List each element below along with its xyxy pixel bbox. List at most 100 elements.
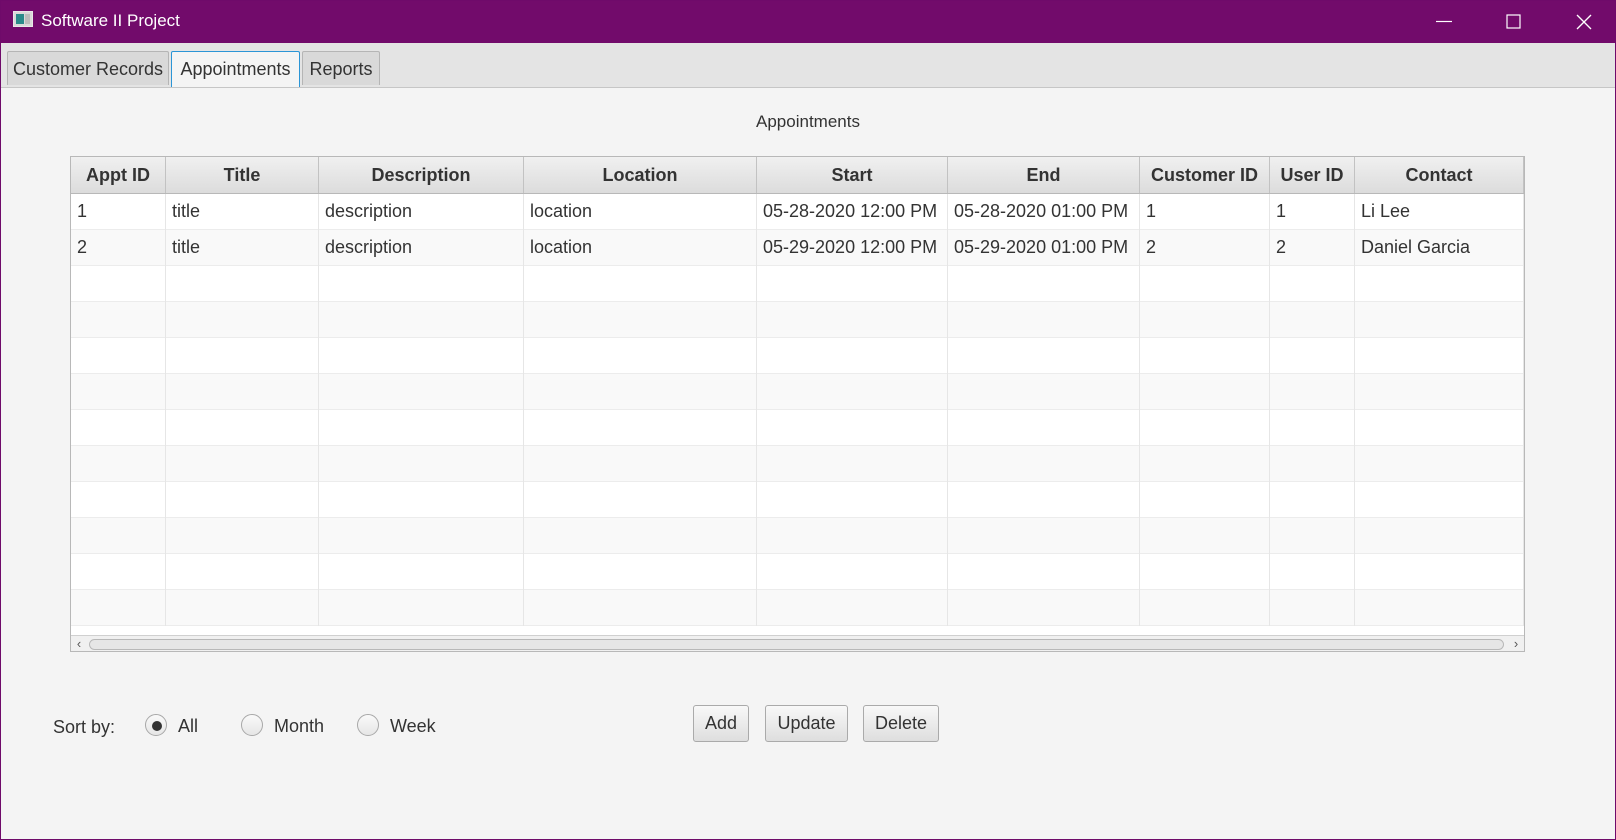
column-header[interactable]: Customer ID (1140, 157, 1270, 193)
table-cell (1270, 338, 1355, 374)
table-cell (166, 518, 319, 554)
table-cell (1270, 482, 1355, 518)
table-cell (71, 446, 166, 482)
table-cell: 05-29-2020 01:00 PM (948, 230, 1140, 266)
table-cell (948, 266, 1140, 302)
add-button[interactable]: Add (693, 705, 749, 742)
table-row[interactable]: 2 title description location 05-29-2020 12:0… (71, 230, 1524, 266)
table-cell: 1 (1270, 194, 1355, 230)
table-cell: 2 (71, 230, 166, 266)
table-cell (319, 266, 524, 302)
table-cell (1270, 374, 1355, 410)
radio-label-week: Week (390, 716, 436, 736)
empty-table-row (71, 410, 1524, 446)
table-cell (1140, 266, 1270, 302)
column-header[interactable]: Appt ID (71, 157, 166, 193)
table-cell: description (319, 194, 524, 230)
table-cell: location (524, 230, 757, 266)
table-cell (524, 518, 757, 554)
table-cell (524, 590, 757, 626)
app-icon (13, 11, 33, 27)
tab-customer-records[interactable]: Customer Records (7, 51, 169, 85)
table-cell (1355, 554, 1524, 590)
table-cell (1355, 590, 1524, 626)
sort-all-radio[interactable]: All (145, 714, 205, 740)
table-cell (319, 482, 524, 518)
table-cell (319, 338, 524, 374)
column-header[interactable]: End (948, 157, 1140, 193)
table-cell (524, 302, 757, 338)
column-header[interactable]: Title (166, 157, 319, 193)
scroll-right-icon[interactable]: › (1508, 636, 1524, 651)
maximize-button[interactable] (1478, 0, 1548, 43)
table-cell: 1 (1140, 194, 1270, 230)
minimize-icon (1436, 20, 1452, 23)
minimize-button[interactable] (1408, 0, 1478, 43)
scroll-left-icon[interactable]: ‹ (71, 636, 87, 651)
sort-week-radio[interactable]: Week (357, 714, 437, 740)
table-cell (1140, 410, 1270, 446)
table-cell (948, 590, 1140, 626)
radio-label-month: Month (274, 716, 325, 736)
table-cell (1355, 338, 1524, 374)
scrollbar-thumb[interactable] (89, 639, 1504, 650)
table-cell (1270, 302, 1355, 338)
table-cell (524, 338, 757, 374)
table-cell (948, 482, 1140, 518)
table-cell (757, 266, 948, 302)
table-cell (948, 518, 1140, 554)
column-header[interactable]: Description (319, 157, 524, 193)
table-cell (71, 590, 166, 626)
tab-appointments[interactable]: Appointments (171, 51, 300, 87)
table-cell (1140, 374, 1270, 410)
table-cell (71, 302, 166, 338)
table-cell (757, 554, 948, 590)
table-cell (1140, 302, 1270, 338)
sort-month-radio[interactable]: Month (241, 714, 331, 740)
empty-table-row (71, 446, 1524, 482)
table-cell (319, 374, 524, 410)
table-row[interactable]: 1 title description location 05-28-2020 12:0… (71, 194, 1524, 230)
empty-table-row (71, 374, 1524, 410)
table-cell (524, 266, 757, 302)
table-cell (319, 590, 524, 626)
table-cell (1270, 410, 1355, 446)
empty-table-row (71, 590, 1524, 626)
table-cell (319, 518, 524, 554)
table-cell (1140, 518, 1270, 554)
radio-circle[interactable] (357, 714, 379, 736)
delete-button[interactable]: Delete (863, 705, 939, 742)
empty-table-row (71, 554, 1524, 590)
table-cell (757, 374, 948, 410)
table-cell (1140, 590, 1270, 626)
column-header[interactable]: Contact (1355, 157, 1524, 193)
table-cell (166, 302, 319, 338)
table-cell (1140, 554, 1270, 590)
table-cell: description (319, 230, 524, 266)
table-cell (1270, 518, 1355, 554)
table-cell (71, 266, 166, 302)
update-button[interactable]: Update (765, 705, 848, 742)
table-cell: 2 (1270, 230, 1355, 266)
window-title: Software II Project (41, 11, 180, 30)
horizontal-scrollbar[interactable]: ‹ › (71, 635, 1524, 651)
table-cell: title (166, 230, 319, 266)
table-cell (948, 410, 1140, 446)
table-cell (1270, 590, 1355, 626)
table-cell (166, 266, 319, 302)
radio-circle[interactable] (241, 714, 263, 736)
table-cell (1270, 554, 1355, 590)
column-header[interactable]: User ID (1270, 157, 1355, 193)
radio-circle[interactable] (145, 714, 167, 736)
table-cell: 05-29-2020 12:00 PM (757, 230, 948, 266)
table-cell (71, 554, 166, 590)
tab-reports[interactable]: Reports (302, 51, 380, 85)
table-cell (71, 482, 166, 518)
table-cell (1355, 374, 1524, 410)
table-cell (166, 590, 319, 626)
table-cell (524, 410, 757, 446)
close-button[interactable] (1548, 0, 1616, 43)
table-cell: Li Lee (1355, 194, 1524, 230)
column-header[interactable]: Location (524, 157, 757, 193)
column-header[interactable]: Start (757, 157, 948, 193)
